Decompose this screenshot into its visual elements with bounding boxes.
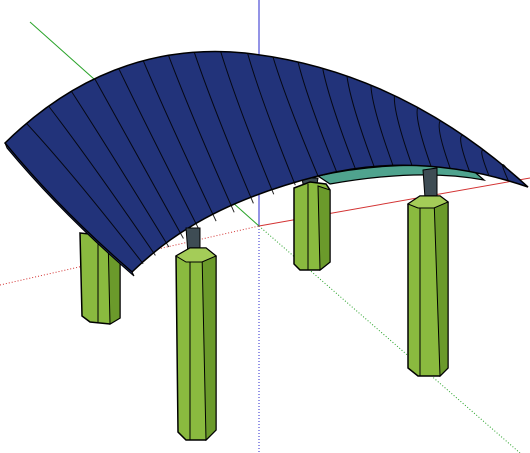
- pillar-front-left[interactable]: [175, 227, 217, 442]
- pillar-back-right[interactable]: [293, 177, 331, 272]
- pillar-shade: [317, 185, 331, 272]
- 3d-viewport[interactable]: [0, 0, 530, 453]
- scene-canvas[interactable]: [0, 0, 530, 453]
- pillar-front-right[interactable]: [406, 167, 449, 378]
- pillar-connector: [422, 167, 438, 199]
